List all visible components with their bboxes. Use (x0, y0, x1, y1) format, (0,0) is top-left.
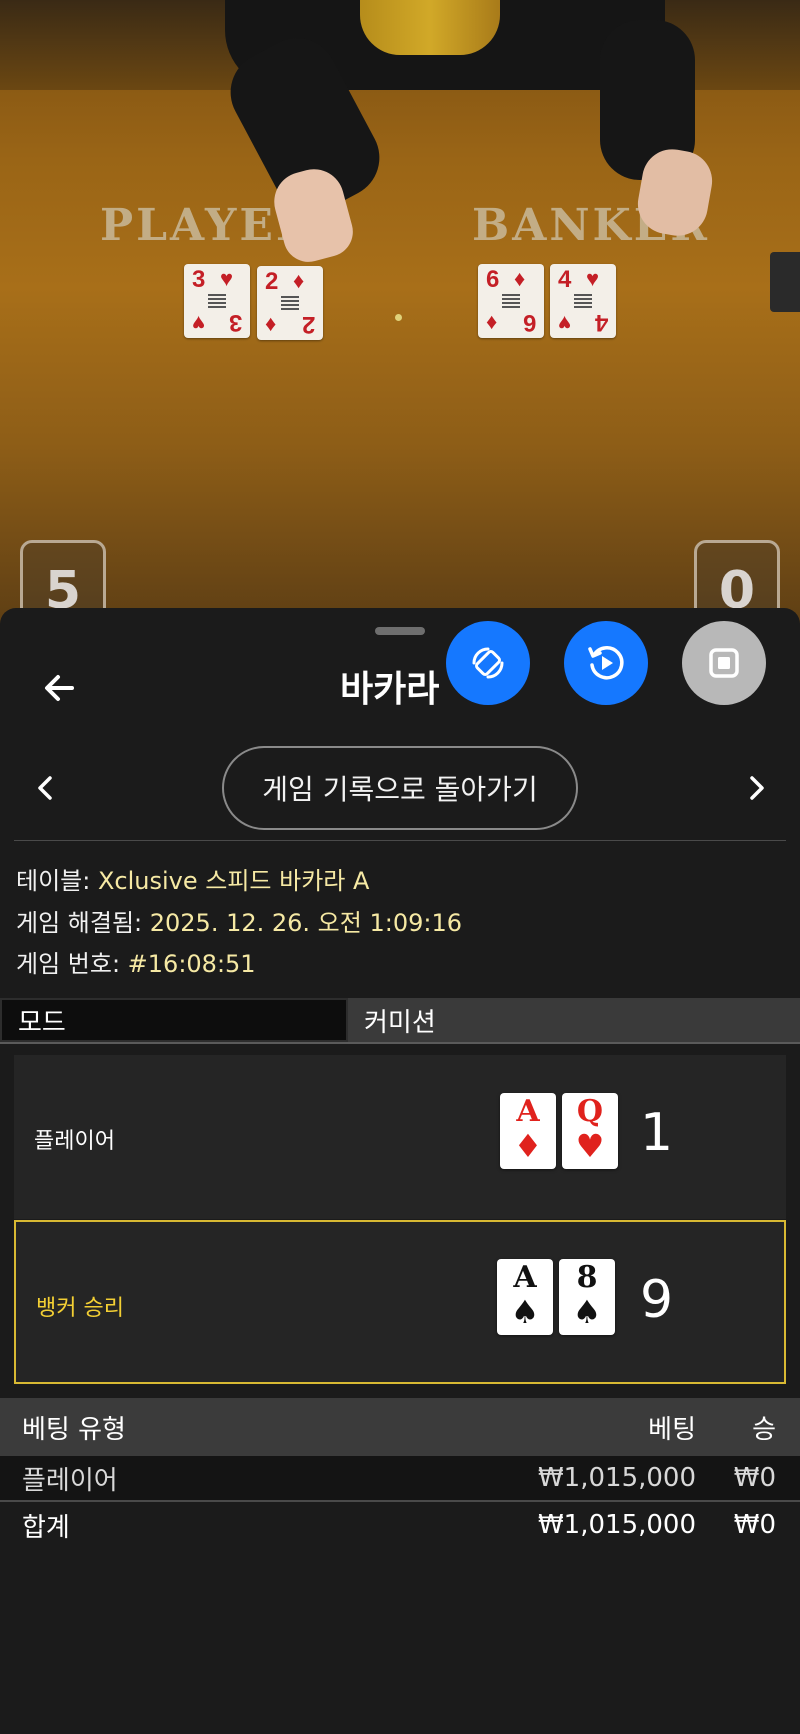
banker-card-1: A ♠ (497, 1259, 553, 1335)
tab-mode[interactable]: 모드 (0, 998, 348, 1042)
info-table-value: Xclusive 스피드 바카라 A (97, 867, 370, 895)
page-title: 바카라 (340, 669, 440, 710)
info-resolved: 게임 해결됨: 2025. 12. 26. 오전 1:09:16 (16, 903, 462, 938)
back-to-history-button[interactable]: 게임 기록으로 돌아가기 (222, 746, 578, 830)
result-player: 플레이어 A ♦ Q ♥ 1 (14, 1055, 786, 1219)
arrow-left-icon (45, 675, 74, 701)
result-banker-label: 뱅커 승리 (36, 1296, 124, 1321)
player-card-1: A ♦ (500, 1093, 556, 1169)
video-banker-card-1: 6 ♦ ♦ 6 (478, 264, 544, 338)
info-number-label: 게임 번호: (16, 950, 128, 978)
player-card-2: Q ♥ (562, 1093, 618, 1169)
table-total-row: 합계 ₩1,015,000 ₩0 (0, 1500, 800, 1548)
rotate-view-button[interactable] (446, 621, 530, 705)
chevron-right-icon (750, 776, 764, 800)
stop-video-button[interactable] (682, 621, 766, 705)
drag-handle[interactable] (375, 627, 425, 635)
replay-icon (588, 646, 624, 680)
game-details-sheet: 바카라 게임 기록으로 돌아가기 테이블: Xclusive 스피드 바카라 A… (0, 608, 800, 1734)
info-table-label: 테이블: (16, 867, 98, 895)
tab-commission[interactable]: 커미션 (348, 998, 800, 1042)
table-row: 플레이어 ₩1,015,000 ₩0 (0, 1456, 800, 1500)
result-player-label: 플레이어 (34, 1129, 115, 1154)
banker-card-2: 8 ♠ (559, 1259, 615, 1335)
info-game-number: 게임 번호: #16:08:51 (16, 944, 256, 979)
chevron-left-icon (38, 776, 52, 800)
bets-table-header: 베팅 유형 베팅 승 (0, 1398, 800, 1456)
info-resolved-value: 2025. 12. 26. 오전 1:09:16 (149, 909, 462, 937)
card-shoe (770, 252, 800, 312)
header-bet-type: 베팅 유형 (22, 1414, 126, 1445)
row-bet-amount: ₩1,015,000 (537, 1463, 696, 1493)
result-banker: 뱅커 승리 A ♠ 8 ♠ 9 (14, 1220, 786, 1384)
info-number-value: #16:08:51 (127, 950, 256, 978)
row-win-amount: ₩0 (733, 1463, 776, 1493)
video-player-card-2: 2 ♦ ♦ 2 (257, 266, 323, 340)
previous-game-button[interactable] (26, 768, 66, 808)
total-bet-amount: ₩1,015,000 (537, 1510, 696, 1540)
live-video-stream: PLAYER BANKER 3 ♥ ♥ 3 2 ♦ ♦ 2 6 ♦ ♦ 6 4 ♥ ♥ 4 5 … (0, 0, 800, 640)
info-resolved-label: 게임 해결됨: (16, 909, 150, 937)
video-player-card-1: 3 ♥ ♥ 3 (184, 264, 250, 338)
row-bet-type: 플레이어 (22, 1465, 118, 1496)
dealer-scarf (360, 0, 500, 55)
total-win-amount: ₩0 (733, 1510, 776, 1540)
rotate-icon (472, 647, 504, 679)
table-center-marker (395, 314, 402, 321)
next-game-button[interactable] (736, 768, 776, 808)
back-button[interactable] (38, 666, 82, 710)
info-table: 테이블: Xclusive 스피드 바카라 A (16, 861, 369, 896)
video-banker-card-2: 4 ♥ ♥ 4 (550, 264, 616, 338)
divider (14, 840, 786, 841)
total-label: 합계 (22, 1512, 70, 1543)
tab-divider (0, 1042, 800, 1044)
result-banker-score: 9 (640, 1270, 674, 1330)
header-win: 승 (752, 1414, 776, 1445)
header-bet: 베팅 (648, 1414, 696, 1445)
replay-video-button[interactable] (564, 621, 648, 705)
stop-icon (709, 648, 739, 678)
result-player-score: 1 (640, 1103, 674, 1163)
